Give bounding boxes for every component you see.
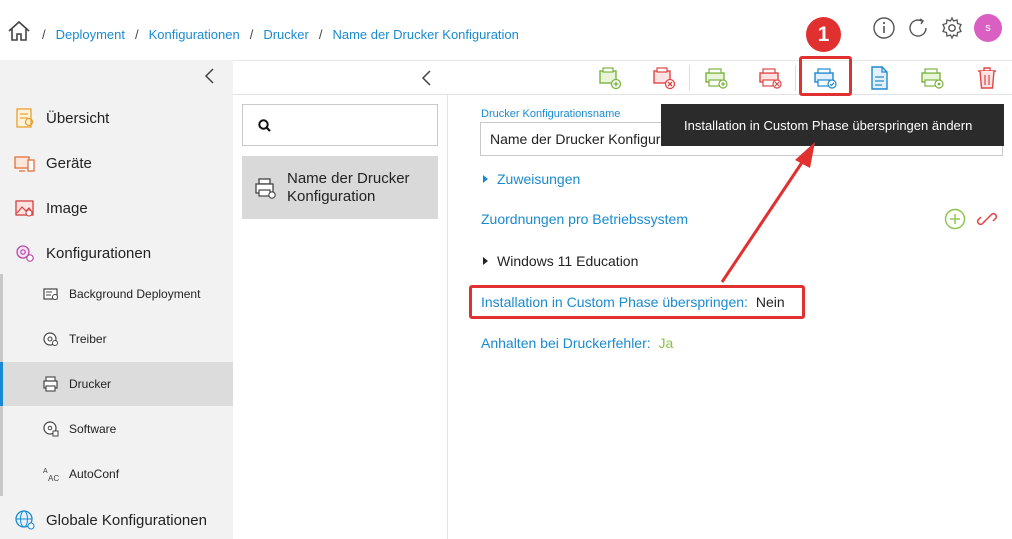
step-badge: 1 <box>806 17 841 52</box>
list-item-label: Name der Drucker Konfiguration <box>287 169 410 205</box>
document-icon <box>871 66 888 90</box>
printer-green-icon <box>921 68 944 89</box>
breadcrumb-separator: / <box>135 27 139 42</box>
sidebar-subitem-autoconf[interactable]: A AC AutoConf <box>0 452 233 496</box>
add-circle-icon[interactable] <box>944 208 966 230</box>
sidebar-subitem-label: AutoConf <box>69 467 120 481</box>
collapse-sidebar-icon[interactable] <box>202 66 216 86</box>
add-assignment-button[interactable] <box>595 64 625 92</box>
remove-printer-button[interactable] <box>755 64 785 92</box>
list-item[interactable]: Name der Drucker Konfiguration <box>242 156 438 219</box>
printer-icon <box>255 177 276 199</box>
search-input[interactable] <box>283 111 433 139</box>
breadcrumb: / Deployment / Konfigurationen / Drucker… <box>42 27 519 42</box>
halt-on-error-label: Anhalten bei Druckerfehler: <box>481 335 651 351</box>
assignments-toggle[interactable]: Zuweisungen <box>483 171 580 187</box>
sidebar-subitem-label: Background Deployment <box>69 287 201 301</box>
app-root: / Deployment / Konfigurationen / Drucker… <box>0 0 1012 539</box>
sidebar-subitem-label: Treiber <box>69 332 107 346</box>
printer-remove-red-icon <box>653 67 676 90</box>
home-icon[interactable] <box>6 18 32 44</box>
sidebar-item-label: Globale Konfigurationen <box>46 511 207 529</box>
assignments-label: Zuweisungen <box>497 171 581 187</box>
os-entry-label: Windows 11 Education <box>497 253 639 269</box>
trash-icon <box>978 67 996 89</box>
breadcrumb-current[interactable]: Name der Drucker Konfiguration <box>332 27 518 42</box>
gear-icon[interactable] <box>940 16 964 40</box>
breadcrumb-drucker[interactable]: Drucker <box>263 27 309 42</box>
software-icon <box>43 421 59 437</box>
toolbar-divider <box>795 65 796 91</box>
toolbar <box>233 60 1012 95</box>
sidebar-item-label: Image <box>46 199 88 217</box>
sidebar-item-uebersicht[interactable]: Übersicht <box>0 106 233 130</box>
printer-icon <box>43 376 58 392</box>
svg-text:AC: AC <box>48 474 59 483</box>
search-icon <box>258 119 271 132</box>
sidebar-subitem-label: Software <box>69 422 117 436</box>
sidebar-item-konfigurationen[interactable]: Konfigurationen <box>0 241 233 265</box>
breadcrumb-konfigurationen[interactable]: Konfigurationen <box>149 27 240 42</box>
background-deployment-icon <box>43 288 58 300</box>
list-panel: Name der Drucker Konfiguration <box>233 95 448 539</box>
printer-remove-icon <box>759 68 782 89</box>
sidebar-item-label: Geräte <box>46 154 92 172</box>
sidebar-item-label: Übersicht <box>46 109 110 127</box>
halt-on-error-row[interactable]: Anhalten bei Druckerfehler: Ja <box>481 335 673 351</box>
unlink-icon[interactable] <box>976 208 998 230</box>
sidebar-item-label: Konfigurationen <box>46 244 152 262</box>
printer-add-green-icon <box>599 67 622 90</box>
breadcrumb-separator: / <box>42 27 46 42</box>
tooltip: Installation in Custom Phase überspringe… <box>661 104 1004 146</box>
breadcrumb-separator: / <box>249 27 254 42</box>
info-icon[interactable] <box>872 16 896 40</box>
printer-add-icon <box>705 68 728 89</box>
breadcrumb-deployment[interactable]: Deployment <box>56 27 125 42</box>
sidebar: Übersicht Geräte Image Konfigurationen B… <box>0 60 233 539</box>
os-entry-toggle[interactable]: Windows 11 Education <box>483 253 638 269</box>
name-field-label: Drucker Konfigurationsname <box>481 108 621 120</box>
add-printer-button[interactable] <box>701 64 731 92</box>
sidebar-item-image[interactable]: Image <box>0 196 233 220</box>
global-config-icon <box>15 510 35 530</box>
sidebar-item-globale-konfigurationen[interactable]: Globale Konfigurationen <box>0 508 233 532</box>
delete-button[interactable] <box>972 64 1002 92</box>
refresh-icon[interactable] <box>906 16 930 40</box>
toolbar-divider <box>689 65 690 91</box>
header: / Deployment / Konfigurationen / Drucker… <box>0 0 1012 60</box>
document-button[interactable] <box>864 64 894 92</box>
highlight-box-toolbar <box>799 56 852 96</box>
configurations-icon <box>16 245 34 262</box>
avatar[interactable]: s <box>974 14 1002 42</box>
os-mapping-heading: Zuordnungen pro Betriebssystem <box>481 211 688 227</box>
printer-config-button[interactable] <box>917 64 947 92</box>
header-actions: s <box>872 14 1002 42</box>
halt-on-error-value: Ja <box>658 335 674 351</box>
search-box <box>242 104 438 146</box>
back-icon[interactable] <box>419 68 433 88</box>
sidebar-subitem-software[interactable]: Software <box>0 407 233 451</box>
sidebar-item-geraete[interactable]: Geräte <box>0 151 233 175</box>
expand-triangle-icon <box>483 257 488 265</box>
remove-assignment-button[interactable] <box>649 64 679 92</box>
breadcrumb-separator: / <box>318 27 323 42</box>
os-mapping-label: Zuordnungen pro Betriebssystem <box>481 211 688 227</box>
expand-triangle-icon <box>483 175 488 183</box>
sidebar-subitem-label: Drucker <box>69 377 112 391</box>
highlight-box-setting <box>469 285 805 319</box>
sidebar-subitem-background-deployment[interactable]: Background Deployment <box>0 272 233 316</box>
overview-icon <box>16 108 34 128</box>
sidebar-subitem-treiber[interactable]: Treiber <box>0 317 233 361</box>
autoconf-icon: A AC <box>43 468 59 483</box>
sidebar-subitem-drucker[interactable]: Drucker <box>0 362 233 406</box>
driver-icon <box>43 332 58 346</box>
devices-icon <box>14 156 35 172</box>
image-icon <box>15 200 34 217</box>
